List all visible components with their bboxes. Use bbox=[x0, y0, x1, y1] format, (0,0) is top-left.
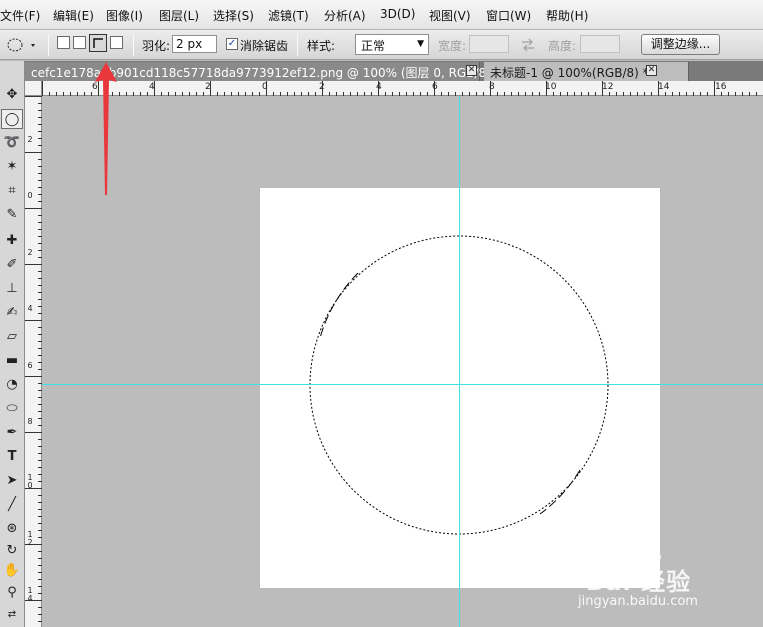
close-icon[interactable]: ✕ bbox=[466, 65, 477, 76]
line-tool-icon[interactable]: ╱ bbox=[1, 495, 23, 515]
ruler-label: 4 bbox=[27, 304, 33, 313]
zoom-tool-icon[interactable]: ⚲ bbox=[1, 583, 23, 603]
elliptical-marquee-icon[interactable]: ◯ bbox=[1, 109, 23, 129]
gradient-tool-icon[interactable]: ▬ bbox=[1, 351, 23, 371]
swap-colors-icon[interactable]: ⇄ bbox=[1, 605, 23, 625]
horizontal-guide[interactable] bbox=[42, 384, 763, 385]
type-tool-icon[interactable]: T bbox=[1, 447, 23, 467]
ruler-label: 2 bbox=[205, 82, 211, 92]
antialias-label: 消除锯齿 bbox=[240, 39, 289, 53]
subtract-from-selection-icon[interactable] bbox=[89, 34, 107, 52]
width-input bbox=[469, 35, 509, 53]
menu-image[interactable]: 图像(I) bbox=[106, 7, 143, 24]
menu-analysis[interactable]: 分析(A) bbox=[324, 7, 366, 24]
brush-tool-icon[interactable]: ✐ bbox=[1, 255, 23, 275]
ruler-label: 12 bbox=[27, 530, 33, 547]
menu-layer[interactable]: 图层(L) bbox=[159, 7, 199, 24]
3d-orbit-icon[interactable]: ↻ bbox=[1, 541, 23, 561]
watermark-url: jingyan.baidu.com bbox=[578, 594, 698, 609]
document-tab-bar: cefc1e178a4b901cd118c57718da9773912ef12.… bbox=[25, 61, 763, 81]
ruler-label: 12 bbox=[602, 82, 614, 92]
menu-filter[interactable]: 滤镜(T) bbox=[268, 7, 309, 24]
move-tool-icon[interactable]: ✥ bbox=[1, 85, 23, 105]
ruler-label: 8 bbox=[489, 82, 495, 92]
ruler-label: 0 bbox=[262, 82, 268, 92]
vertical-guide[interactable] bbox=[459, 96, 460, 627]
new-selection-icon[interactable] bbox=[57, 36, 70, 49]
menu-window[interactable]: 窗口(W) bbox=[486, 7, 531, 24]
watermark-logo: Bai 经验 bbox=[586, 568, 692, 596]
menu-help[interactable]: 帮助(H) bbox=[546, 7, 588, 24]
ruler-label: 4 bbox=[149, 82, 155, 92]
hand-tool-icon[interactable]: ✋ bbox=[1, 561, 23, 581]
healing-brush-icon[interactable]: ✚ bbox=[1, 231, 23, 251]
ruler-label: 6 bbox=[27, 361, 33, 370]
options-bar: 羽化: 2 px ✓ 消除锯齿 样式: 正常 ▼ 宽度: 高度: 调整边缘... bbox=[0, 30, 763, 60]
refine-edge-button[interactable]: 调整边缘... bbox=[641, 34, 720, 55]
eyedropper-icon[interactable]: ✎ bbox=[1, 205, 23, 225]
3d-rotate-icon[interactable]: ⊛ bbox=[1, 519, 23, 539]
intersect-selection-icon[interactable] bbox=[110, 36, 123, 49]
tab-label: 未标题-1 @ 100%(RGB/8) * bbox=[490, 66, 649, 80]
menu-3d[interactable]: 3D(D) bbox=[380, 7, 415, 21]
swap-icon bbox=[522, 38, 534, 52]
width-label: 宽度: bbox=[438, 39, 467, 53]
chevron-down-icon: ▼ bbox=[417, 39, 424, 49]
add-to-selection-icon[interactable] bbox=[73, 36, 86, 49]
menu-bar: 文件(F) 编辑(E) 图像(I) 图层(L) 选择(S) 滤镜(T) 分析(A… bbox=[0, 0, 763, 30]
close-icon[interactable]: ✕ bbox=[646, 65, 657, 76]
ruler-label: 2 bbox=[319, 82, 325, 92]
style-label: 样式: bbox=[307, 39, 336, 53]
dodge-tool-icon[interactable]: ⬭ bbox=[1, 399, 23, 419]
tools-panel: ✥ ◯ ➰ ✶ ⌗ ✎ ✚ ✐ ⊥ ✍ ▱ ▬ ◔ ⬭ ✒ T ➤ ╱ ⊛ ↻ … bbox=[0, 61, 25, 627]
ruler-label: 10 bbox=[545, 82, 557, 92]
ruler-corner[interactable] bbox=[25, 81, 42, 96]
height-input bbox=[580, 35, 620, 53]
ruler-label: 10 bbox=[27, 473, 33, 490]
magic-wand-icon[interactable]: ✶ bbox=[1, 157, 23, 177]
crop-tool-icon[interactable]: ⌗ bbox=[1, 181, 23, 201]
ruler-label: 4 bbox=[376, 82, 382, 92]
circular-selection-marquee bbox=[309, 235, 609, 535]
tab-document-2[interactable]: 未标题-1 @ 100%(RGB/8) * bbox=[484, 62, 689, 81]
blur-tool-icon[interactable]: ◔ bbox=[1, 375, 23, 395]
height-label: 高度: bbox=[548, 39, 577, 53]
ruler-label: 6 bbox=[432, 82, 438, 92]
ruler-label: 14 bbox=[658, 82, 670, 92]
ruler-label: 2 bbox=[27, 248, 33, 257]
clone-stamp-icon[interactable]: ⊥ bbox=[1, 279, 23, 299]
menu-edit[interactable]: 编辑(E) bbox=[53, 7, 94, 24]
eraser-icon[interactable]: ▱ bbox=[1, 327, 23, 347]
menu-select[interactable]: 选择(S) bbox=[213, 7, 254, 24]
red-annotation-arrow bbox=[95, 62, 117, 195]
ruler-label: 8 bbox=[27, 417, 33, 426]
antialias-checkbox[interactable]: ✓ bbox=[226, 38, 238, 50]
history-brush-icon[interactable]: ✍ bbox=[1, 303, 23, 323]
feather-input[interactable]: 2 px bbox=[172, 35, 217, 53]
ruler-label: 14 bbox=[27, 586, 33, 603]
style-value: 正常 bbox=[361, 39, 386, 53]
vertical-ruler[interactable]: 2 0 2 4 6 8 10 12 14 bbox=[25, 96, 42, 627]
menu-view[interactable]: 视图(V) bbox=[429, 7, 471, 24]
elliptical-marquee-tool-preset-icon[interactable] bbox=[5, 35, 39, 55]
lasso-tool-icon[interactable]: ➰ bbox=[1, 133, 23, 153]
feather-label: 羽化: bbox=[142, 39, 171, 53]
ruler-label: 0 bbox=[27, 191, 33, 200]
menu-file[interactable]: 文件(F) bbox=[0, 7, 40, 24]
ruler-label: 16 bbox=[715, 82, 727, 92]
pen-tool-icon[interactable]: ✒ bbox=[1, 423, 23, 443]
path-selection-icon[interactable]: ➤ bbox=[1, 471, 23, 491]
style-select[interactable]: 正常 ▼ bbox=[355, 34, 429, 55]
horizontal-ruler[interactable]: 6 4 2 0 2 4 6 8 10 12 14 16 bbox=[42, 81, 763, 96]
ruler-label: 2 bbox=[27, 135, 33, 144]
